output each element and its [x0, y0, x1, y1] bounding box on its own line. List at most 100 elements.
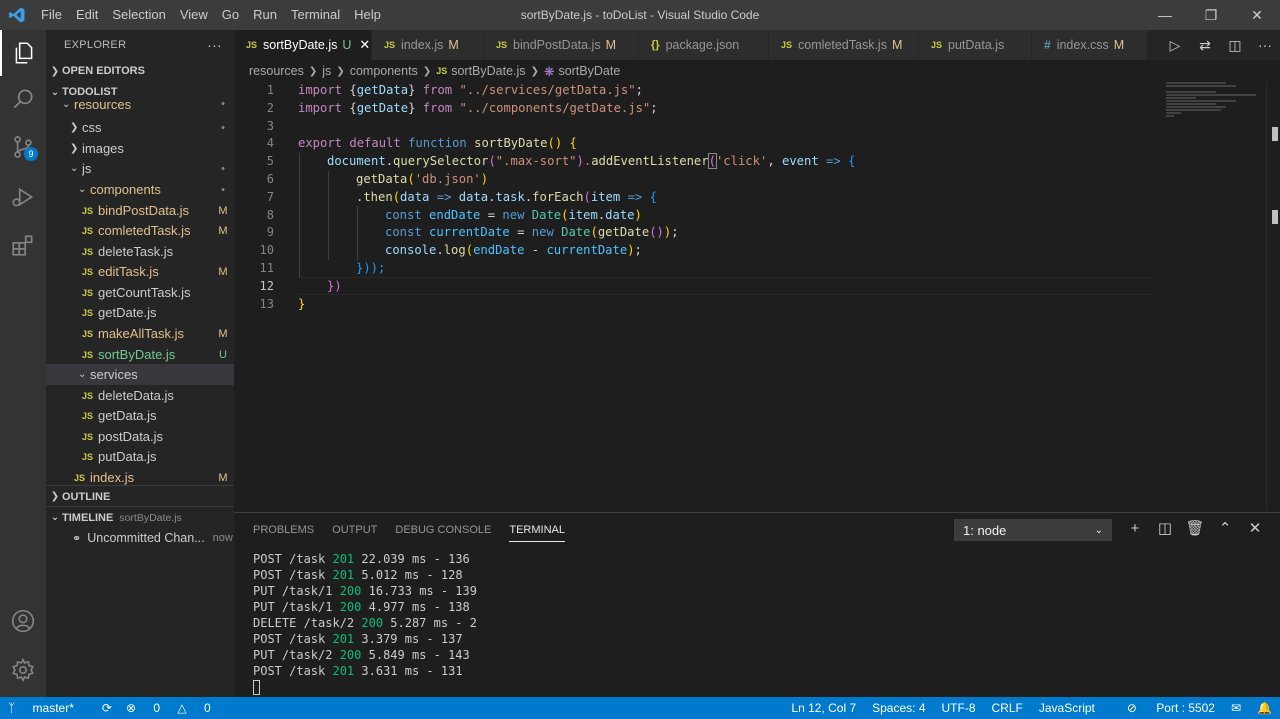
restore-icon[interactable]: ❐ [1188, 0, 1234, 30]
split-terminal-icon[interactable]: ◫ [1150, 517, 1180, 541]
tab-index-js[interactable]: JS index.js M [372, 30, 484, 60]
line-number: 9 [266, 225, 274, 240]
problems-indicator[interactable]: ⊗ 0 △ 0 [126, 701, 225, 715]
tree-label: comletedTask.js [98, 223, 191, 238]
tab-package-json[interactable]: {} package.json [639, 30, 769, 60]
sync-icon[interactable]: ⟳ [102, 701, 112, 715]
close-panel-icon[interactable]: ✕ [1240, 517, 1270, 541]
warning-icon: △ [177, 701, 190, 715]
tab-index-css[interactable]: # index.css M [1032, 30, 1148, 60]
more-actions-icon[interactable]: ··· [207, 37, 222, 53]
terminal-select[interactable]: 1: node ⌄ [954, 519, 1112, 541]
tree-file-edittask[interactable]: JS editTask.js M [46, 261, 234, 282]
code-token: ; [671, 225, 679, 240]
tree-folder-images[interactable]: ❯ images [46, 138, 234, 159]
breadcrumb-item[interactable]: sortByDate [558, 64, 620, 78]
tab-comletedtask[interactable]: JS comletedTask.js M [769, 30, 919, 60]
tab-output[interactable]: OUTPUT [332, 513, 377, 547]
search-icon[interactable] [0, 76, 46, 122]
run-debug-icon[interactable] [0, 174, 46, 220]
new-terminal-icon[interactable]: + [1120, 517, 1150, 541]
terminal-prompt[interactable] [253, 679, 477, 695]
tab-bindpostdata[interactable]: JS bindPostData.js M [484, 30, 639, 60]
tree-file-deletetask[interactable]: JS deleteTask.js [46, 241, 234, 262]
minimap[interactable] [1166, 82, 1266, 122]
terminal-output[interactable]: POST /task 201 22.039 ms - 136 POST /task… [253, 551, 477, 695]
tree-folder-services[interactable]: ⌄ services [46, 364, 234, 385]
tab-sortbydate[interactable]: JS sortByDate.js U ✕ [234, 30, 372, 60]
menu-help[interactable]: Help [347, 0, 388, 30]
tree-file-putdata[interactable]: JS putData.js [46, 446, 234, 467]
close-window-icon[interactable]: ✕ [1234, 0, 1280, 30]
cursor-position[interactable]: Ln 12, Col 7 [791, 701, 856, 715]
tab-debug-console[interactable]: DEBUG CONSOLE [395, 513, 491, 547]
tree-folder-components[interactable]: ⌄ components • [46, 179, 234, 200]
language-mode[interactable]: JavaScript [1039, 701, 1095, 715]
end-of-line[interactable]: CRLF [992, 701, 1023, 715]
open-editors-section[interactable]: ❯ OPEN EDITORS [46, 60, 234, 82]
menu-file[interactable]: File [34, 0, 69, 30]
outline-section[interactable]: ❯ OUTLINE [46, 485, 234, 507]
tree-folder-resources[interactable]: ⌄ resources • [46, 97, 234, 111]
close-tab-icon[interactable]: ✕ [359, 37, 370, 53]
split-editor-icon[interactable]: ◫ [1220, 37, 1250, 54]
open-changes-icon[interactable]: ⇄ [1190, 37, 1220, 54]
code-token: ( [392, 189, 401, 204]
tree-file-comletedtask[interactable]: JS comletedTask.js M [46, 220, 234, 241]
trash-icon[interactable]: 🗑 [1180, 517, 1210, 541]
code-token: ".max-sort" [495, 154, 577, 169]
menu-terminal[interactable]: Terminal [284, 0, 347, 30]
breadcrumb-item[interactable]: resources [249, 64, 304, 78]
account-icon[interactable] [0, 598, 46, 644]
encoding[interactable]: UTF-8 [942, 701, 976, 715]
breadcrumb-item[interactable]: js [322, 64, 331, 78]
minimize-icon[interactable]: — [1142, 0, 1188, 30]
line-number: 3 [266, 118, 274, 133]
vertical-scrollbar[interactable] [1266, 82, 1280, 510]
timeline-item[interactable]: ⚭ Uncommitted Chan... now [46, 527, 234, 549]
breadcrumb-item[interactable]: components [350, 64, 418, 78]
extensions-icon[interactable] [0, 222, 46, 268]
source-control-icon[interactable]: 9 [0, 124, 46, 170]
chevron-right-icon: ❯ [50, 65, 60, 77]
tree-file-postdata[interactable]: JS postData.js [46, 426, 234, 447]
menu-view[interactable]: View [173, 0, 215, 30]
code-editor[interactable]: 1 2 3 4 5 6 7 8 9 10 11 12 13 import {ge… [234, 82, 1280, 510]
code-line: }) [327, 278, 342, 293]
code-line: })); [356, 261, 386, 275]
menu-edit[interactable]: Edit [69, 0, 105, 30]
tab-label: putData.js [948, 38, 1005, 52]
maximize-panel-icon[interactable]: ⌃ [1210, 517, 1240, 541]
tree-folder-js[interactable]: ⌄ js • [46, 158, 234, 179]
js-file-icon: JS [74, 472, 86, 483]
menu-run[interactable]: Run [246, 0, 284, 30]
tree-file-bindpostdata[interactable]: JS bindPostData.js M [46, 200, 234, 221]
indentation[interactable]: Spaces: 4 [872, 701, 925, 715]
tab-terminal[interactable]: TERMINAL [509, 513, 565, 542]
tree-file-makealltask[interactable]: JS makeAllTask.js M [46, 323, 234, 344]
tree-file-getdata[interactable]: JS getData.js [46, 405, 234, 426]
branch-indicator[interactable]: ᛉ master* [8, 701, 88, 715]
tree-file-deletedata[interactable]: JS deleteData.js [46, 385, 234, 406]
menu-go[interactable]: Go [215, 0, 246, 30]
js-file-icon: JS [82, 307, 94, 318]
tree-file-getcounttask[interactable]: JS getCountTask.js [46, 282, 234, 303]
breadcrumb-item[interactable]: sortByDate.js [451, 64, 525, 78]
timeline-section[interactable]: ⌄ TIMELINE sortByDate.js [46, 506, 234, 528]
tree-file-sortbydate[interactable]: JS sortByDate.js U [46, 344, 234, 365]
explorer-icon[interactable] [0, 30, 46, 76]
log-text: DELETE /task/2 [253, 616, 362, 630]
settings-gear-icon[interactable] [0, 647, 46, 693]
run-file-icon[interactable]: ▷ [1160, 37, 1190, 54]
tab-problems[interactable]: PROBLEMS [253, 513, 314, 547]
live-server-port[interactable]: ⊘ Port : 5502 [1111, 701, 1215, 715]
code-token: currentDate [421, 225, 510, 240]
feedback-icon[interactable]: ✉ [1231, 701, 1241, 715]
tree-folder-css[interactable]: ❯ css • [46, 117, 234, 138]
tree-file-getdate[interactable]: JS getDate.js [46, 302, 234, 323]
tab-putdata[interactable]: JS putData.js [919, 30, 1032, 60]
indent-guide [328, 171, 329, 260]
more-actions-icon[interactable]: ··· [1250, 37, 1280, 53]
notifications-bell-icon[interactable]: 🔔 [1257, 701, 1272, 715]
menu-selection[interactable]: Selection [105, 0, 172, 30]
